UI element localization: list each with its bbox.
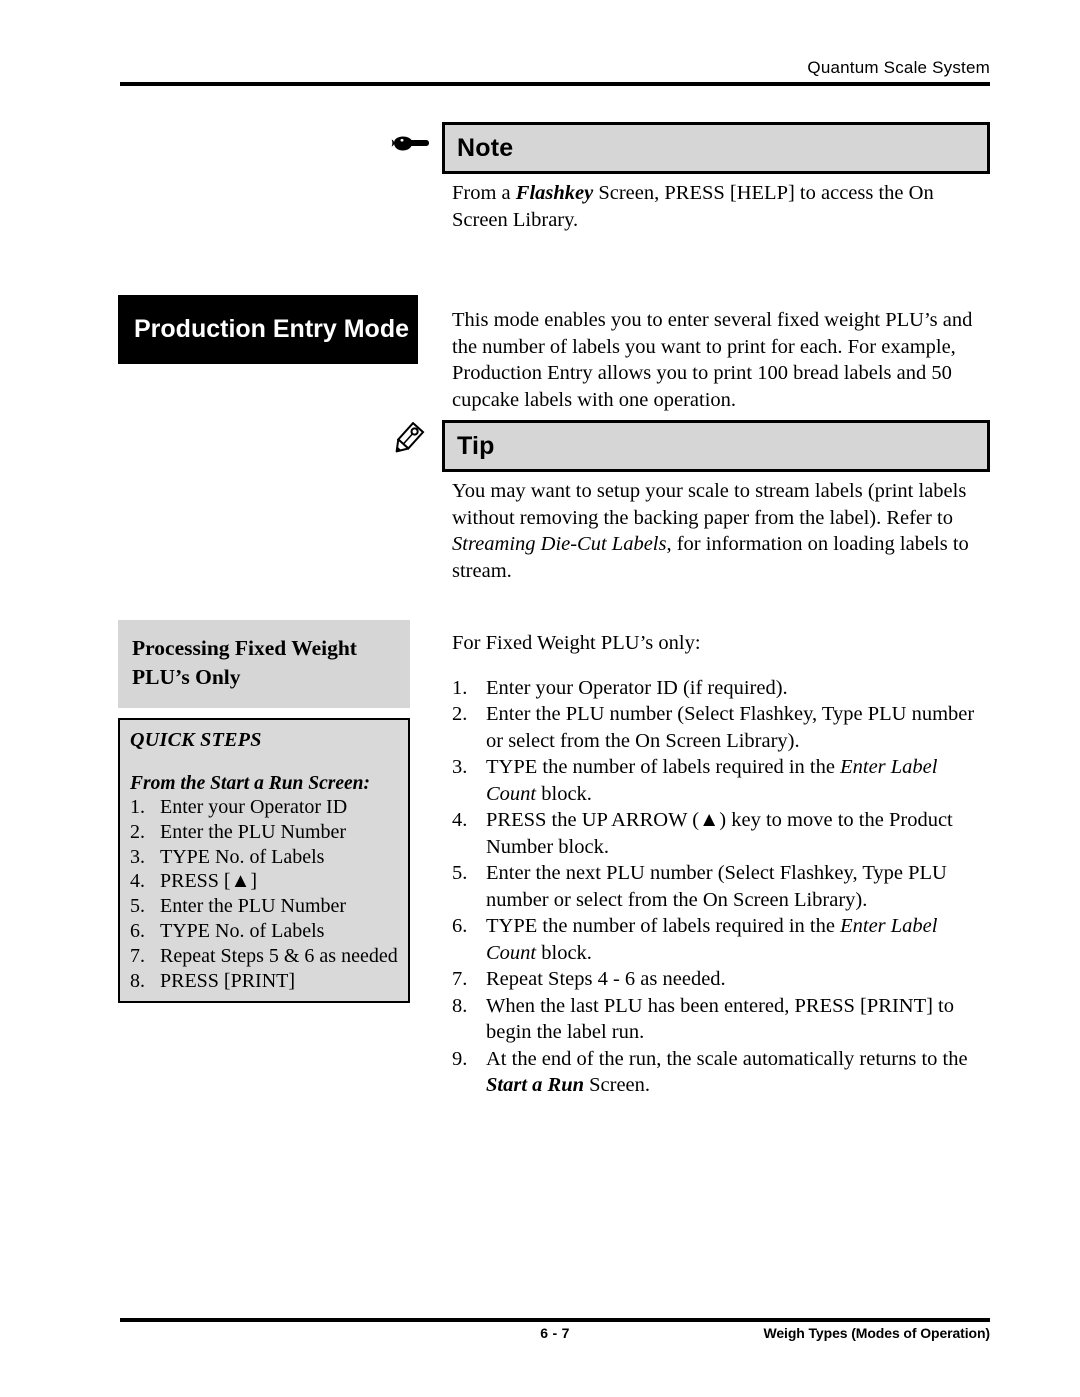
note-callout-body: From a Flashkey Screen, PRESS [HELP] to …: [452, 180, 990, 233]
document-page: Quantum Scale System Note From a Flashke…: [0, 0, 1080, 1397]
procedure-step-text: PRESS the UP ARROW (▲) key to move to th…: [486, 807, 990, 860]
procedure-step-text-main: PRESS the UP ARROW (▲) key to move to th…: [486, 809, 953, 858]
procedure-intro: For Fixed Weight PLU’s only:: [452, 632, 701, 654]
procedure-step-list: 1. Enter your Operator ID (if required). 2…: [452, 675, 990, 1099]
quick-step-text: PRESS [PRINT]: [160, 969, 296, 992]
procedure-step: 8. When the last PLU has been entered, PR…: [452, 993, 990, 1046]
note-callout-bar: Note: [442, 122, 990, 174]
quick-step-item: 5. Enter the PLU Number: [130, 894, 402, 919]
quick-steps-title: QUICK STEPS: [130, 729, 262, 751]
quick-step-number: 3.: [130, 845, 145, 868]
procedure-step: 1. Enter your Operator ID (if required).: [452, 675, 990, 702]
procedure-step-text: Repeat Steps 4 - 6 as needed.: [486, 966, 990, 993]
quick-step-number: 5.: [130, 895, 145, 918]
quick-step-text: TYPE No. of Labels: [160, 845, 325, 868]
procedure-step: 6. TYPE the number of labels required in …: [452, 913, 990, 966]
quick-step-item: 2. Enter the PLU Number: [130, 820, 402, 845]
procedure-step-text-main: TYPE the number of labels required in th…: [486, 915, 841, 937]
procedure-step-strong-emphasis: Start a Run: [486, 1074, 584, 1096]
note-body-emphasis: Flashkey: [515, 182, 594, 204]
procedure-step: 5. Enter the next PLU number (Select Flas…: [452, 860, 990, 913]
pencil-icon: [390, 422, 436, 460]
page-header: Quantum Scale System: [120, 58, 990, 86]
quick-step-text: PRESS [▲]: [160, 870, 258, 893]
procedure-step-text: At the end of the run, the scale automat…: [486, 1046, 990, 1099]
page-footer: 6 - 7 Weigh Types (Modes of Operation): [120, 1318, 990, 1351]
quick-step-item: 4. PRESS [▲]: [130, 869, 402, 894]
procedure-step: 3. TYPE the number of labels required in …: [452, 754, 990, 807]
quick-step-text: Enter the PLU Number: [160, 820, 347, 843]
procedure-step: 2. Enter the PLU number (Select Flashkey,…: [452, 701, 990, 754]
pointing-hand-icon: [390, 130, 436, 158]
procedure-step-text: TYPE the number of labels required in th…: [486, 913, 990, 966]
quick-step-number: 1.: [130, 796, 145, 818]
header-rule: [120, 82, 990, 86]
subsection-heading-block: Processing Fixed Weight PLU’s Only: [118, 620, 418, 708]
procedure-step-text: Enter the PLU number (Select Flashkey, T…: [486, 701, 990, 754]
quick-steps-box: QUICK STEPS From the Start a Run Screen:…: [118, 718, 418, 1004]
quick-steps-subtitle: From the Start a Run Screen:: [130, 773, 371, 794]
quick-step-item: 6. TYPE No. of Labels: [130, 919, 402, 944]
procedure-step-text: TYPE the number of labels required in th…: [486, 754, 990, 807]
footer-section-title: Weigh Types (Modes of Operation): [763, 1325, 990, 1341]
quick-step-text: Repeat Steps 5 & 6 as needed: [160, 944, 398, 967]
quick-step-number: 8.: [130, 969, 145, 992]
quick-step-item: 3. TYPE No. of Labels: [130, 845, 402, 870]
tip-callout-body: You may want to setup your scale to stre…: [452, 478, 990, 584]
quick-step-item: 8. PRESS [PRINT]: [130, 969, 402, 994]
quick-step-number: 7.: [130, 944, 145, 967]
quick-step-number: 4.: [130, 870, 145, 893]
subsection-heading: Processing Fixed Weight PLU’s Only: [118, 620, 410, 708]
page-title: Production Entry Mode: [118, 295, 418, 364]
tip-body-emphasis: Streaming Die-Cut Labels: [452, 533, 667, 555]
procedure-step-text-main: Enter the PLU number (Select Flashkey, T…: [486, 703, 975, 752]
quick-step-text: Enter your Operator ID: [160, 796, 348, 818]
quick-step-text: TYPE No. of Labels: [160, 919, 325, 942]
procedure-step-text-main: Enter your Operator ID (if required).: [486, 676, 788, 699]
procedure-step: 7. Repeat Steps 4 - 6 as needed.: [452, 966, 990, 993]
quick-step-item: 7. Repeat Steps 5 & 6 as needed: [130, 944, 402, 969]
procedure-step-number: 2.: [452, 703, 468, 725]
procedure-step-text-main: At the end of the run, the scale automat…: [486, 1047, 968, 1070]
procedure-step-text-main: TYPE the number of labels required in th…: [486, 756, 841, 778]
section-title-block: Production Entry Mode: [118, 295, 418, 364]
procedure-step-number: 3.: [452, 756, 468, 778]
note-label: Note: [457, 134, 514, 162]
procedure-step-text-tail: Screen.: [584, 1074, 651, 1096]
quick-step-number: 6.: [130, 919, 145, 942]
procedure-step: 4. PRESS the UP ARROW (▲) key to move to …: [452, 807, 990, 860]
note-body-prefix: From a: [452, 182, 516, 204]
quick-step-text: Enter the PLU Number: [160, 895, 347, 918]
procedure-step-number: 1.: [452, 676, 468, 699]
procedure-step-text: Enter your Operator ID (if required).: [486, 675, 990, 702]
header-title: Quantum Scale System: [807, 58, 990, 77]
quick-steps-list: 1. Enter your Operator ID 2. Enter the PLU …: [130, 795, 402, 993]
procedure-step-number: 7.: [452, 968, 468, 990]
section-body-text: This mode enables you to enter several f…: [452, 309, 973, 411]
footer-rule: [120, 1318, 990, 1322]
procedure-step-number: 9.: [452, 1047, 468, 1070]
procedure-step-number: 5.: [452, 862, 468, 884]
procedure-step-text-main: Enter the next PLU number (Select Flashk…: [486, 862, 947, 911]
tip-label: Tip: [457, 432, 495, 460]
procedure-step-text-tail: block.: [536, 941, 592, 964]
tip-callout-bar: Tip: [442, 420, 990, 472]
procedure-step-number: 8.: [452, 994, 468, 1017]
procedure-step-number: 6.: [452, 915, 468, 937]
procedure-step: 9. At the end of the run, the scale autom…: [452, 1046, 990, 1099]
procedure-step-text-main: When the last PLU has been entered, PRES…: [486, 994, 955, 1044]
subsection-procedure: For Fixed Weight PLU’s only: 1. Enter you…: [452, 630, 990, 1099]
procedure-step-text: When the last PLU has been entered, PRES…: [486, 993, 990, 1046]
procedure-step-text: Enter the next PLU number (Select Flashk…: [486, 860, 990, 913]
quick-step-item: 1. Enter your Operator ID: [130, 795, 402, 820]
procedure-step-text-main: Repeat Steps 4 - 6 as needed.: [486, 968, 726, 990]
quick-step-number: 2.: [130, 820, 145, 843]
procedure-step-number: 4.: [452, 809, 468, 831]
procedure-step-text-tail: block.: [536, 782, 592, 805]
tip-body-prefix: You may want to setup your scale to stre…: [452, 480, 967, 529]
